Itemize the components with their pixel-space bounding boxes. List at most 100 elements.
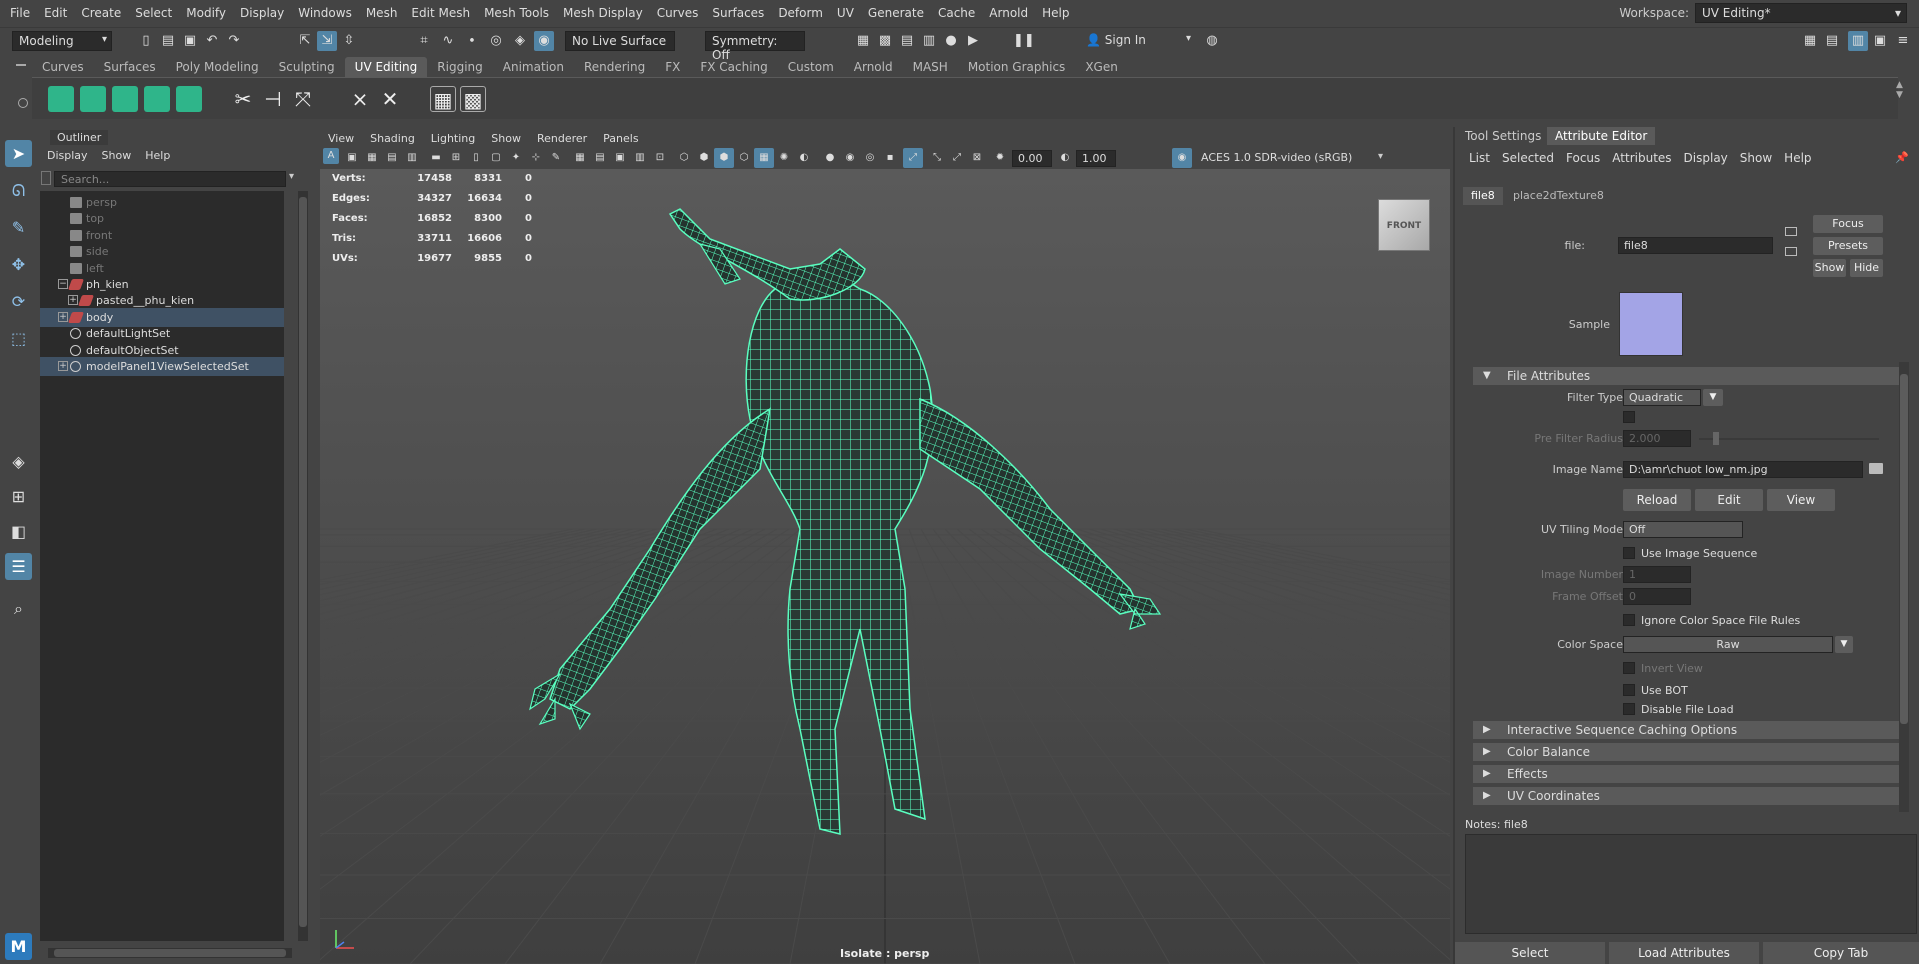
uv-unfold-icon[interactable]: ⤧ [290, 86, 316, 112]
colorspace-select[interactable]: ACES 1.0 SDR-video (sRGB) [1196, 150, 1406, 167]
section-uv-coordinates[interactable]: ▶ UV Coordinates [1473, 787, 1899, 805]
frame-offset-field[interactable]: 0 [1623, 588, 1691, 605]
automatic-map-icon[interactable] [176, 86, 202, 112]
node-tab-place2dtexture8[interactable]: place2dTexture8 [1505, 187, 1612, 205]
shelf-tab-rendering[interactable]: Rendering [574, 57, 655, 77]
attribute-editor-scrollbar[interactable] [1899, 362, 1909, 812]
shelf-tab-uv-editing[interactable]: UV Editing [344, 57, 428, 77]
viewport-menu-renderer[interactable]: Renderer [529, 130, 595, 147]
filter-type-select[interactable]: Quadratic [1623, 389, 1701, 406]
outliner-tab[interactable]: Outliner [50, 130, 109, 145]
menu-mesh-tools[interactable]: Mesh Tools [477, 0, 556, 27]
ae-menu-focus[interactable]: Focus [1560, 149, 1606, 167]
color-management-icon[interactable]: ◉ [1172, 148, 1192, 168]
default-material-icon[interactable]: ▣ [610, 148, 630, 168]
texel-density-icon[interactable]: ▩ [460, 86, 486, 112]
pre-filter-radius-field[interactable]: 2.000 [1623, 430, 1691, 447]
uv-editor-icon[interactable] [48, 86, 74, 112]
snap-surface-icon[interactable]: ◈ [510, 31, 530, 51]
shelf-tab-curves[interactable]: Curves [32, 57, 94, 77]
shelf-tab-xgen[interactable]: XGen [1075, 57, 1128, 77]
outliner-horizontal-scrollbar[interactable] [48, 948, 292, 958]
tab-attribute-editor[interactable]: Attribute Editor [1547, 127, 1656, 145]
undo-icon[interactable]: ↶ [202, 31, 222, 51]
slider-handle[interactable] [1713, 432, 1719, 445]
ae-menu-display[interactable]: Display [1678, 149, 1734, 167]
snap-view-icon[interactable]: ◎ [486, 31, 506, 51]
film-gate-icon[interactable]: ▯ [466, 148, 486, 168]
view-button[interactable]: View [1767, 489, 1835, 511]
input-connection-icon[interactable] [1785, 227, 1797, 236]
menu-cache[interactable]: Cache [931, 0, 982, 27]
symmetry-select[interactable]: Symmetry: Off [705, 31, 805, 62]
redo-icon[interactable]: ↷ [224, 31, 244, 51]
exposure-field[interactable]: 0.00 [1012, 150, 1052, 167]
grease-pencil-icon[interactable]: ▬ [426, 148, 446, 168]
2d-pan-icon[interactable]: ▥ [402, 148, 422, 168]
chevron-down-icon[interactable]: ▾ [1378, 151, 1383, 162]
scrollbar-thumb[interactable] [299, 197, 307, 927]
outliner-menu-help[interactable]: Help [138, 147, 177, 165]
texture-icon[interactable]: ▪ [880, 148, 900, 168]
menu-help[interactable]: Help [1035, 0, 1076, 27]
search-icon[interactable]: ⌕ [5, 595, 32, 622]
section-color-balance[interactable]: ▶ Color Balance [1473, 743, 1899, 761]
single-view-icon[interactable]: ◈ [5, 448, 32, 475]
shelf-tab-mash[interactable]: MASH [903, 57, 958, 77]
motion-blur-icon[interactable]: ◐ [794, 148, 814, 168]
show-button[interactable]: Show [1813, 259, 1846, 277]
lights-icon[interactable]: ⊡ [650, 148, 670, 168]
menu-surfaces[interactable]: Surfaces [705, 0, 771, 27]
scale-tool-icon[interactable]: ⬚ [5, 325, 32, 352]
ipr-render-icon[interactable]: ▤ [897, 31, 917, 51]
tool-settings-toggle-icon[interactable]: ▣ [1870, 31, 1890, 51]
rotate-tool-icon[interactable]: ⟳ [5, 288, 32, 315]
paint-select-icon[interactable]: ✎ [5, 214, 32, 241]
menu-mesh-display[interactable]: Mesh Display [556, 0, 650, 27]
output-connection-icon[interactable] [1785, 247, 1797, 256]
outliner-item-modelpanel1viewselectedset[interactable]: + modelPanel1ViewSelectedSet [40, 357, 284, 376]
snap-point-icon[interactable]: ∙ [462, 31, 482, 51]
shelf-tab-poly-modeling[interactable]: Poly Modeling [166, 57, 269, 77]
open-scene-icon[interactable]: ▤ [158, 31, 178, 51]
isolate-select-icon[interactable]: ⬡ [674, 148, 694, 168]
xray-joints-icon[interactable]: ⬢ [714, 148, 734, 168]
uv-sew-icon[interactable]: ⊣ [260, 86, 286, 112]
attribute-editor-toggle-icon[interactable]: ▥ [1848, 31, 1868, 51]
xray-active-icon[interactable]: ⤢ [903, 148, 923, 168]
shelf-tab-arnold[interactable]: Arnold [844, 57, 903, 77]
move-tool-icon[interactable]: ✥ [5, 251, 32, 278]
ae-menu-selected[interactable]: Selected [1496, 149, 1560, 167]
fit-all-icon[interactable]: ⤡ [927, 148, 947, 168]
shelf-settings-icon[interactable] [18, 98, 28, 108]
use-image-sequence-checkbox[interactable] [1623, 547, 1635, 559]
uv-cut-tool-icon[interactable]: ✕ [377, 86, 403, 112]
xray-components-icon[interactable]: ⬡ [734, 148, 754, 168]
arnold-render-icon[interactable]: ▶ [963, 31, 983, 51]
gamma-field[interactable]: 1.00 [1076, 150, 1116, 167]
image-plane-icon[interactable]: ▤ [382, 148, 402, 168]
menu-uv[interactable]: UV [830, 0, 861, 27]
expand-icon[interactable]: − [58, 279, 68, 289]
load-attributes-button[interactable]: Load Attributes [1609, 942, 1759, 964]
menu-display[interactable]: Display [233, 0, 291, 27]
select-camera-icon[interactable]: A [323, 148, 339, 164]
fit-selection-icon[interactable]: ⤢ [947, 148, 967, 168]
menu-arnold[interactable]: Arnold [982, 0, 1035, 27]
select-button[interactable]: Select [1455, 942, 1605, 964]
uv-cut-icon[interactable]: ✂ [230, 86, 256, 112]
depth-of-field-icon[interactable]: ◉ [840, 148, 860, 168]
smooth-shade-icon[interactable]: ▤ [590, 148, 610, 168]
chevron-down-icon[interactable]: ▼ [1703, 389, 1723, 406]
use-bot-checkbox[interactable] [1623, 684, 1635, 696]
expand-icon[interactable]: + [58, 311, 68, 322]
save-scene-icon[interactable]: ▣ [180, 31, 200, 51]
resolution-gate-icon[interactable]: ▢ [486, 148, 506, 168]
shelf-tab-rigging[interactable]: Rigging [427, 57, 492, 77]
viewport-menu-shading[interactable]: Shading [362, 130, 423, 147]
scrollbar-thumb[interactable] [1900, 374, 1908, 724]
backface-icon[interactable]: ◎ [860, 148, 880, 168]
snap-curve-icon[interactable]: ∿ [438, 31, 458, 51]
shelf-tab-sculpting[interactable]: Sculpting [269, 57, 345, 77]
shelf-tab-motion-graphics[interactable]: Motion Graphics [958, 57, 1076, 77]
